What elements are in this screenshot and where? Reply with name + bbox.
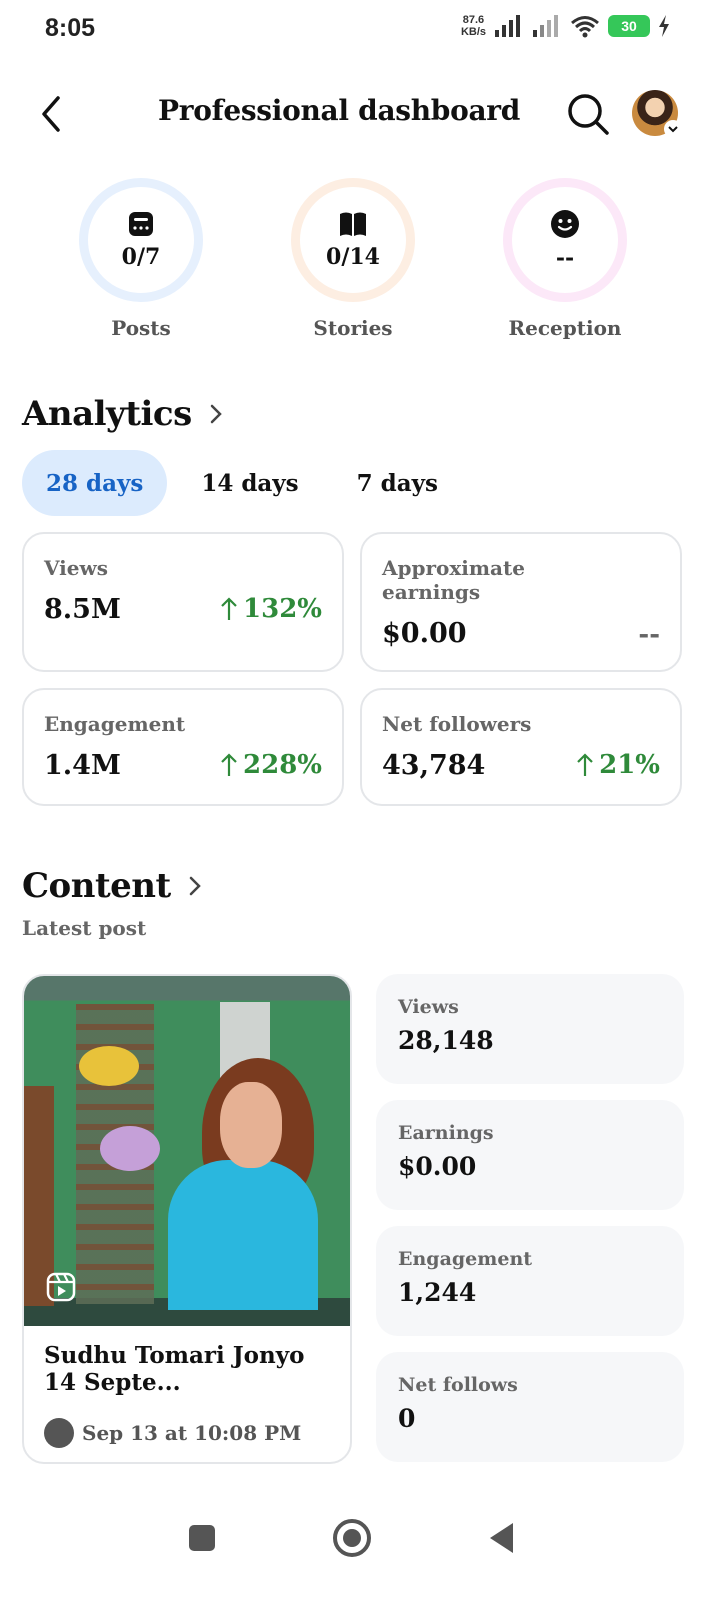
views-card[interactable]: Views 8.5M 132%: [22, 532, 344, 672]
status-icons: 87.6 KB/s 30: [461, 14, 670, 38]
arrow-up-icon: [221, 753, 237, 776]
smiley-icon: [551, 210, 579, 238]
latest-post-card[interactable]: Sudhu Tomari Jonyo 14 Septe... Sep 13 at…: [22, 974, 352, 1464]
network-speed: 87.6 KB/s: [460, 14, 486, 38]
posts-goal-label: Posts: [111, 316, 171, 340]
reception-goal-label: Reception: [508, 316, 622, 340]
post-views-value: 28,148: [398, 1026, 494, 1055]
status-time: 8:05: [45, 14, 96, 42]
engagement-card-value: 1.4M: [44, 750, 121, 781]
post-net-follows-value: 0: [398, 1404, 416, 1433]
posts-goal-value: 0/7: [121, 244, 161, 270]
recents-button[interactable]: [172, 1508, 232, 1568]
arrow-up-icon: [221, 597, 237, 620]
system-nav-bar: [0, 1484, 720, 1600]
reel-icon: [46, 1272, 76, 1302]
post-date-row: Sep 13 at 10:08 PM: [44, 1418, 301, 1448]
square-icon: [189, 1525, 215, 1551]
earnings-card-label: Approximate earnings: [382, 556, 525, 604]
analytics-title: Analytics: [22, 394, 192, 434]
post-net-follows-label: Net follows: [398, 1374, 518, 1396]
post-title: Sudhu Tomari Jonyo 14 Septe...: [44, 1342, 305, 1396]
earnings-card-value: $0.00: [382, 618, 467, 649]
signal-secondary-icon: [533, 15, 558, 37]
reception-goal-value: --: [555, 245, 575, 271]
content-header[interactable]: Content: [22, 866, 203, 906]
analytics-header[interactable]: Analytics: [22, 394, 224, 434]
tab-7-days[interactable]: 7 days: [333, 450, 462, 516]
post-earnings-stat: Earnings $0.00: [376, 1100, 684, 1210]
chevron-right-icon: [210, 404, 222, 424]
signal-icon: [495, 15, 520, 37]
status-bar: 8:05 87.6 KB/s 30: [0, 0, 720, 60]
net-followers-card-value: 43,784: [382, 750, 486, 781]
back-nav-button[interactable]: [472, 1508, 532, 1568]
post-earnings-value: $0.00: [398, 1152, 477, 1181]
charging-icon: [659, 15, 669, 37]
account-avatar[interactable]: [632, 90, 682, 138]
views-card-label: Views: [44, 556, 108, 580]
post-earnings-label: Earnings: [398, 1122, 494, 1144]
post-engagement-stat: Engagement 1,244: [376, 1226, 684, 1336]
header: Professional dashboard: [0, 80, 720, 146]
content-title: Content: [22, 866, 171, 906]
views-card-value: 8.5M: [44, 594, 121, 625]
page-title: Professional dashboard: [158, 94, 521, 127]
views-card-change: 132%: [219, 594, 322, 624]
earnings-card-change: --: [638, 620, 660, 650]
book-icon: [340, 212, 366, 236]
goal-rings: 0/7 Posts 0/14 Stories -- Reception: [0, 178, 720, 348]
post-views-label: Views: [398, 996, 459, 1018]
home-circle-icon: [333, 1519, 371, 1557]
posts-goal-ring[interactable]: 0/7: [79, 178, 203, 302]
reception-goal-ring[interactable]: --: [503, 178, 627, 302]
post-engagement-label: Engagement: [398, 1248, 533, 1270]
stories-goal-ring[interactable]: 0/14: [291, 178, 415, 302]
earnings-card[interactable]: Approximate earnings $0.00 --: [360, 532, 682, 672]
post-engagement-value: 1,244: [398, 1278, 477, 1307]
post-views-stat: Views 28,148: [376, 974, 684, 1084]
engagement-card-change: 228%: [219, 750, 322, 780]
net-followers-card[interactable]: Net followers 43,784 21%: [360, 688, 682, 806]
net-followers-card-label: Net followers: [382, 712, 532, 736]
post-net-follows-stat: Net follows 0: [376, 1352, 684, 1462]
post-thumbnail: [24, 976, 350, 1326]
search-button[interactable]: [566, 92, 610, 136]
latest-post-label: Latest post: [22, 916, 147, 940]
chevron-down-icon: [664, 120, 682, 138]
tab-28-days[interactable]: 28 days: [22, 450, 168, 516]
home-button[interactable]: [322, 1508, 382, 1568]
globe-icon: [44, 1418, 74, 1448]
wifi-icon: [571, 16, 599, 38]
battery-indicator: 30: [608, 15, 650, 37]
tab-14-days[interactable]: 14 days: [177, 450, 322, 516]
triangle-back-icon: [490, 1523, 513, 1553]
back-button[interactable]: [34, 94, 70, 134]
arrow-up-icon: [577, 753, 593, 776]
net-followers-card-change: 21%: [575, 750, 660, 780]
engagement-card[interactable]: Engagement 1.4M 228%: [22, 688, 344, 806]
date-range-tabs: 28 days 14 days 7 days: [22, 450, 462, 516]
stories-goal-label: Stories: [313, 316, 393, 340]
search-icon: [568, 94, 609, 135]
chevron-right-icon: [189, 876, 201, 896]
post-date: Sep 13 at 10:08 PM: [82, 1421, 302, 1445]
engagement-card-label: Engagement: [44, 712, 186, 736]
back-arrow-icon: [42, 96, 60, 132]
stories-goal-value: 0/14: [326, 244, 380, 270]
post-icon: [129, 212, 153, 236]
